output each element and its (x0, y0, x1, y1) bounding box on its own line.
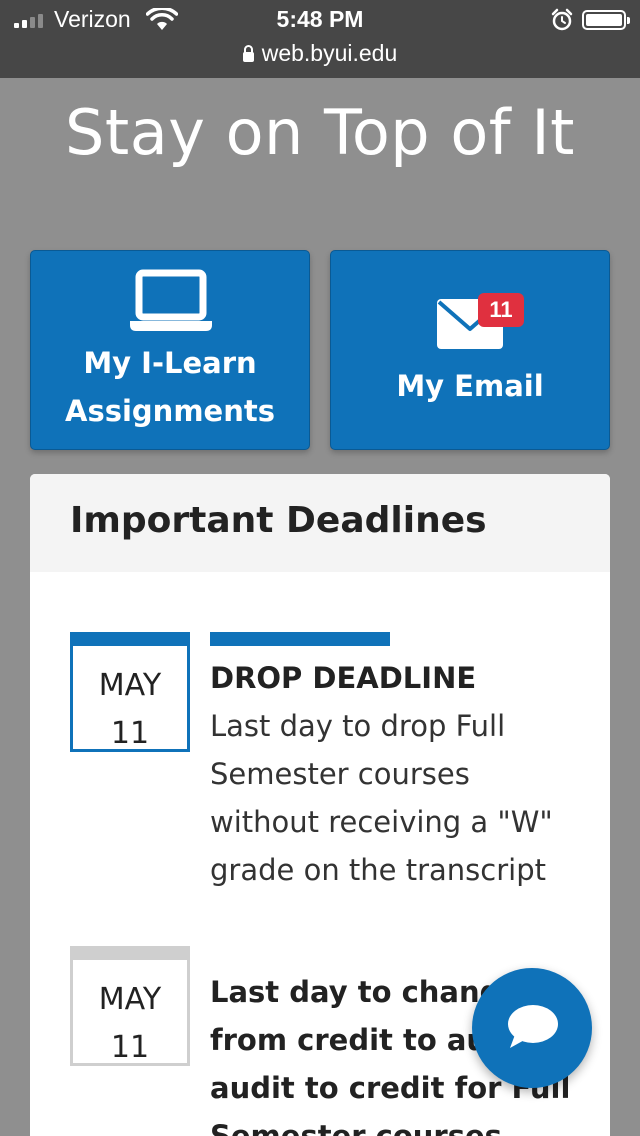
deadline-desc-line: Semester courses (210, 757, 470, 791)
status-bar: Verizon 5:48 PM web.byui.edu (0, 0, 640, 78)
deadline-title-line: Semester courses (210, 1119, 502, 1136)
deadline-day: 11 (110, 1030, 150, 1065)
laptop-icon (130, 269, 212, 338)
ilearn-label-line-1: My I-Learn (83, 346, 257, 380)
deadline-month: MAY (98, 982, 162, 1017)
page-title: Stay on Top of It (65, 96, 575, 169)
alarm-icon (550, 8, 574, 37)
address-url: web.byui.edu (261, 40, 398, 66)
my-email-button[interactable]: 11 My Email (330, 250, 610, 450)
deadline-title: DROP DEADLINE (210, 661, 477, 695)
address-bar[interactable]: web.byui.edu (0, 40, 640, 67)
battery-icon (582, 10, 630, 30)
deadline-date-box: MAY 11 (70, 946, 190, 1066)
deadline-accent-bar (210, 632, 390, 646)
lock-icon (242, 45, 254, 62)
ilearn-assignments-label: My I-Learn Assignments (31, 339, 309, 435)
deadline-day: 11 (110, 716, 150, 751)
deadline-desc-line: Last day to drop Full (210, 709, 506, 743)
unread-count-badge: 11 (478, 293, 524, 327)
status-time: 5:48 PM (276, 6, 364, 32)
deadline-desc-line: without receiving a "W" (210, 805, 553, 839)
chat-bubble-icon (506, 1004, 558, 1055)
chat-button[interactable] (472, 968, 592, 1088)
deadline-date-box: MAY 11 (70, 632, 190, 752)
card-title: Important Deadlines (70, 500, 487, 541)
deadline-month: MAY (98, 668, 162, 703)
ilearn-assignments-button[interactable]: My I-Learn Assignments (30, 250, 310, 450)
deadline-description: Last day to drop Full Semester courses w… (210, 702, 580, 894)
ilearn-label-line-2: Assignments (65, 394, 275, 428)
deadline-desc-line: grade on the transcript (210, 853, 546, 887)
my-email-label: My Email (396, 369, 544, 403)
